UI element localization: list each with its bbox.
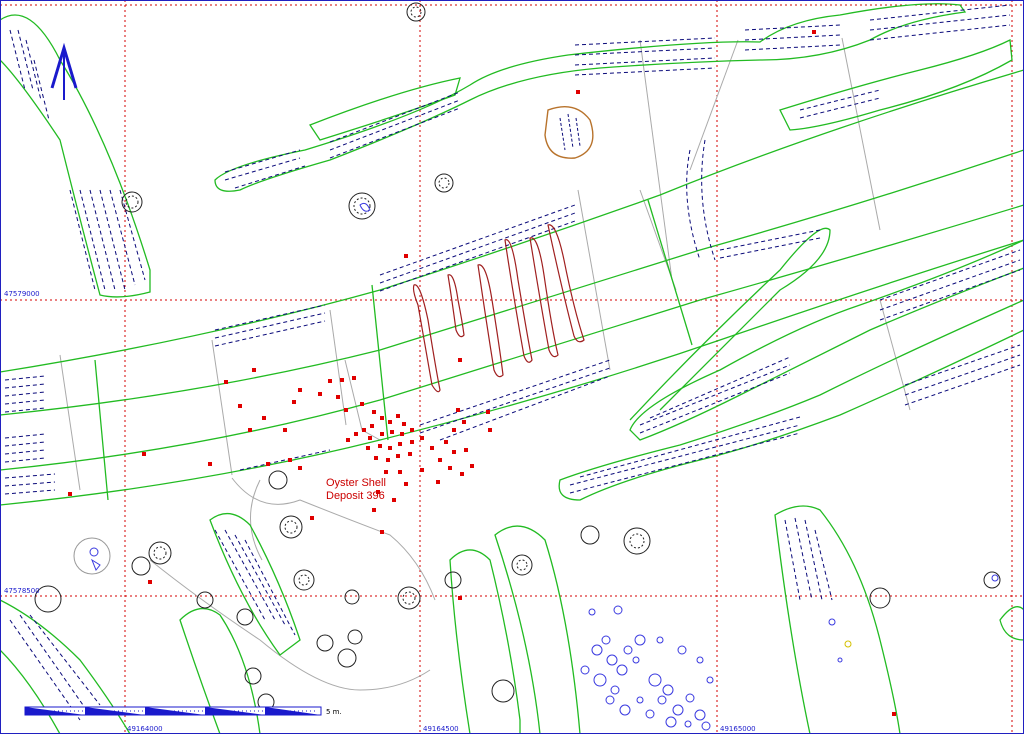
north-arrow-icon — [50, 42, 78, 100]
trench-band — [0, 69, 1024, 373]
map-canvas: 47579000 47578500 49164000 49164500 4916… — [0, 0, 1024, 734]
grid-label-easting-left: 49164000 — [127, 725, 163, 733]
grid-label-northing-lower: 47578500 — [4, 587, 40, 595]
feature-outlines — [0, 3, 1024, 734]
pit-feature — [544, 106, 594, 159]
grid-label-easting-mid: 49164500 — [423, 725, 459, 733]
site-plan-map: 47579000 47578500 49164000 49164500 4916… — [0, 0, 1024, 734]
annotation-line-2: Deposit 396 — [326, 490, 385, 502]
artifact-finds — [68, 30, 896, 716]
furrows — [412, 224, 585, 393]
slope-hachures — [4, 4, 1021, 721]
annotation-line-1: Oyster Shell — [326, 477, 386, 489]
scale-bar: 5 m. — [24, 706, 342, 716]
grid-label-northing-upper: 47579000 — [4, 290, 40, 298]
scale-bar-label: 5 m. — [326, 708, 342, 716]
grid-label-easting-right: 49165000 — [720, 725, 756, 733]
stones — [89, 202, 999, 731]
survey-grid — [0, 0, 1024, 734]
pit-hachures — [559, 113, 581, 151]
map-frame-border — [0, 0, 1024, 734]
survey-outline-lines — [59, 37, 911, 691]
